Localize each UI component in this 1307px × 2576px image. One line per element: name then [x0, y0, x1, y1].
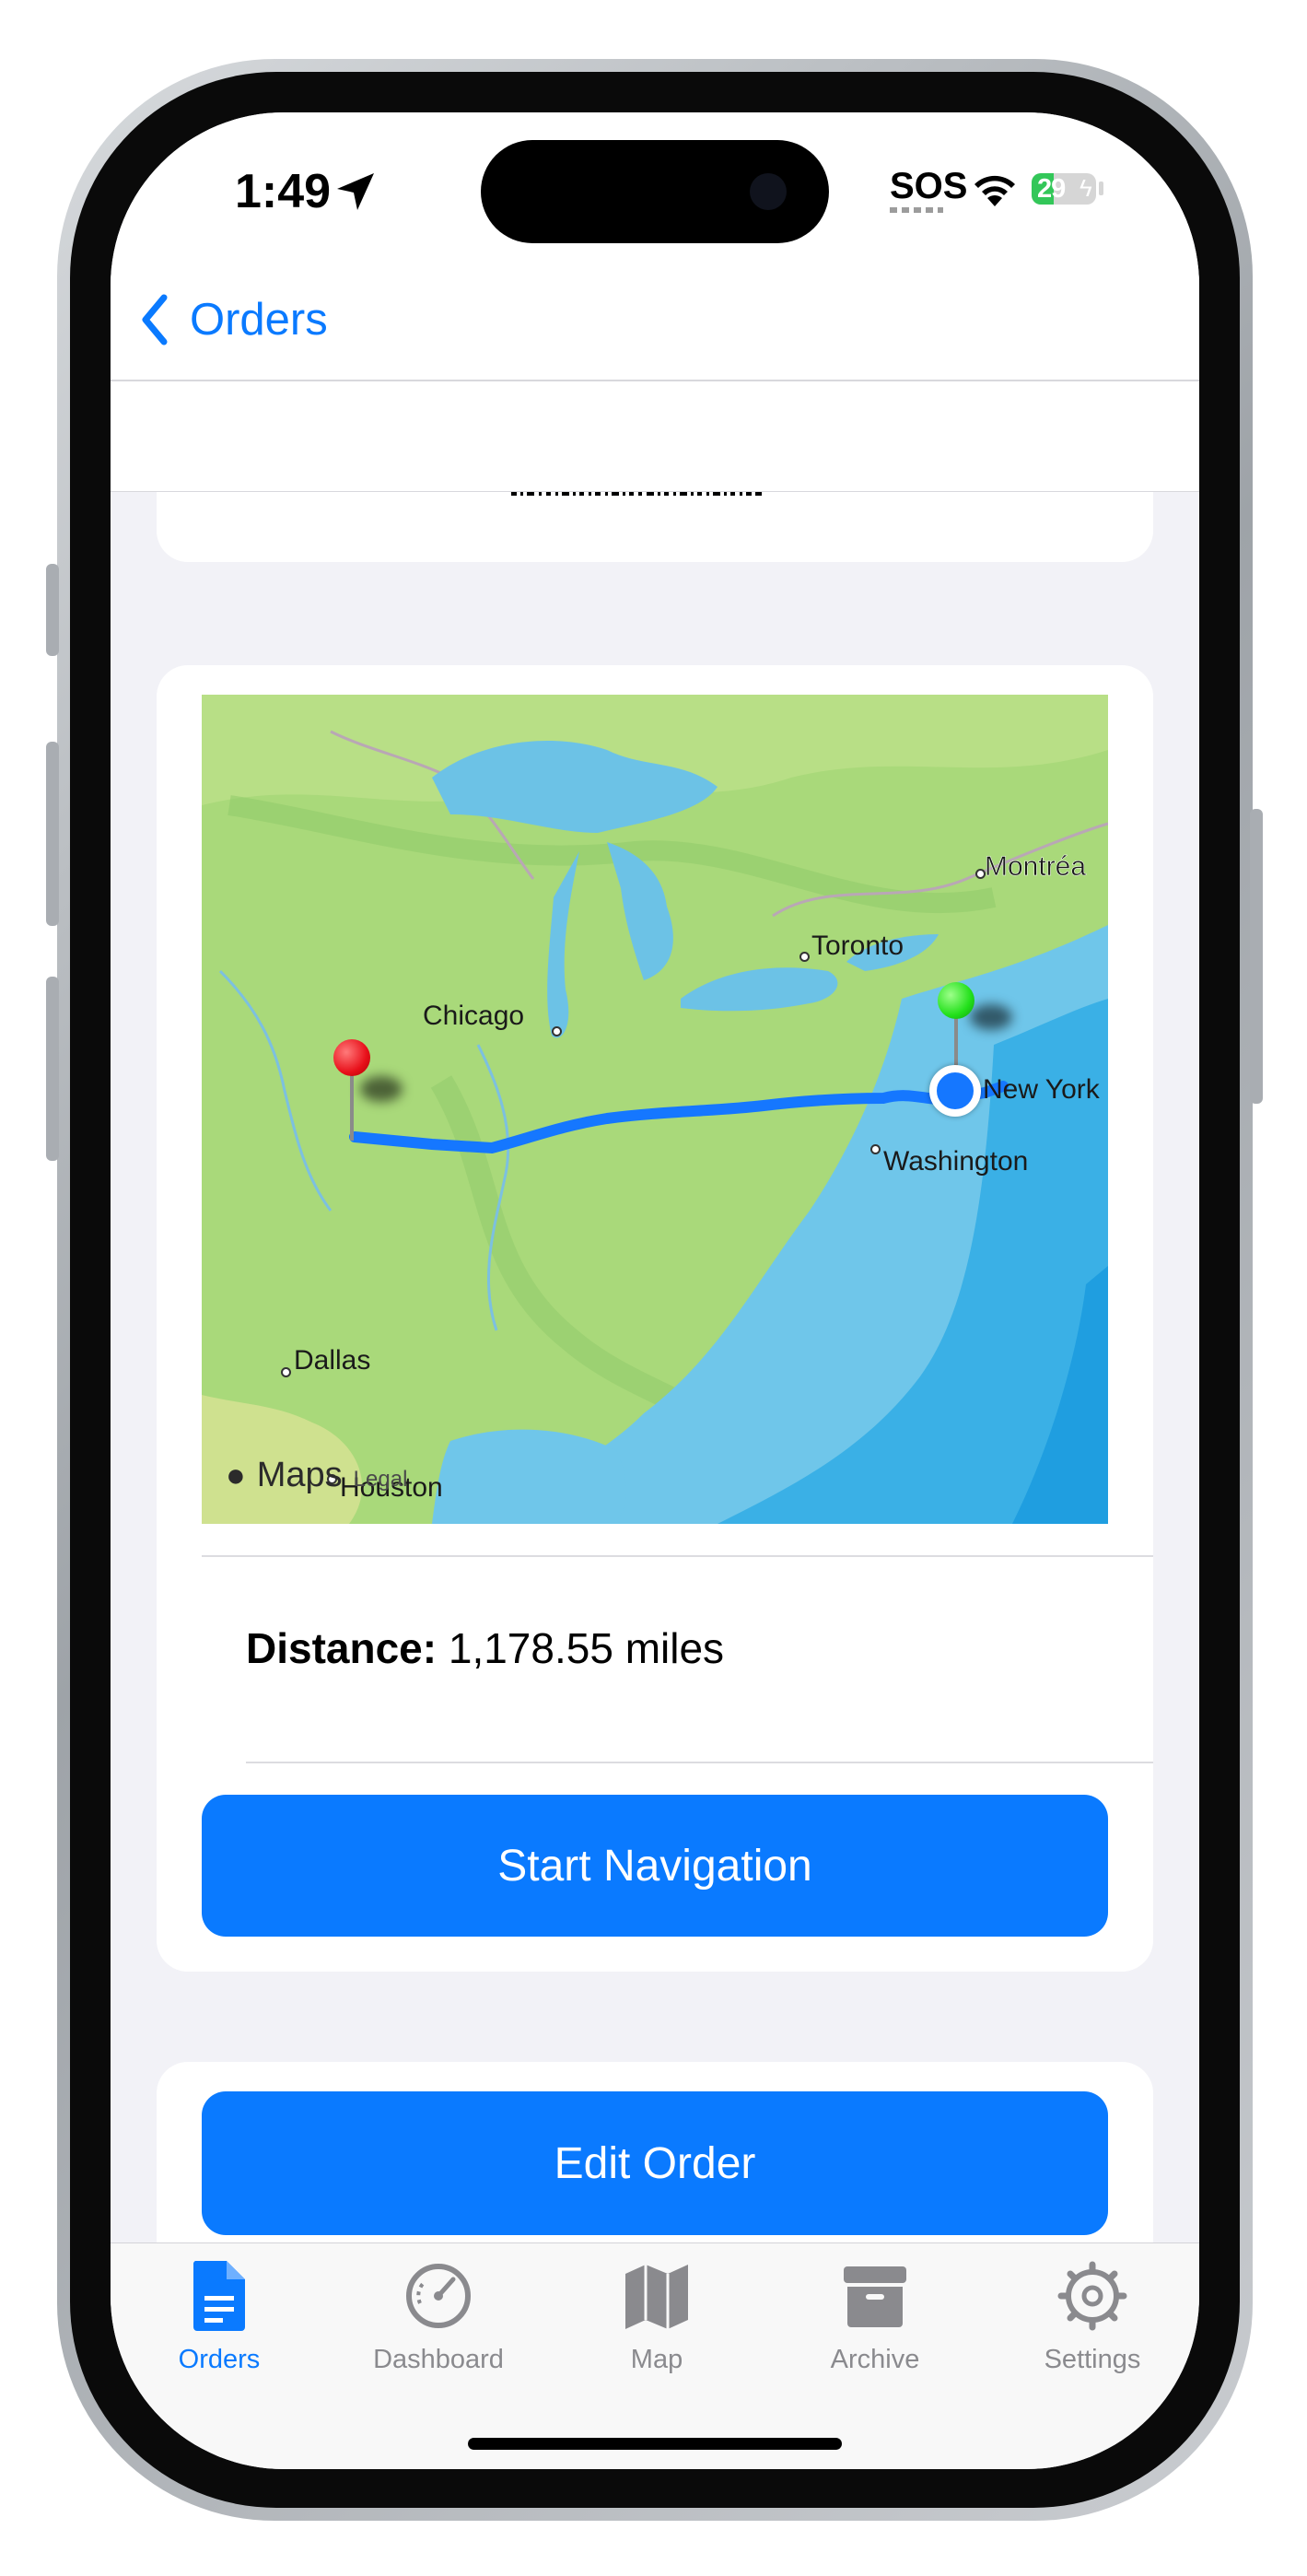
location-arrow-icon: [337, 173, 374, 210]
city-label-washington: Washington: [883, 1146, 1029, 1177]
battery-cap: [1099, 181, 1103, 195]
current-location-icon: [929, 1065, 981, 1117]
tab-map[interactable]: Map: [565, 2259, 749, 2375]
tab-settings[interactable]: Settings: [1000, 2259, 1184, 2375]
wifi-icon: [974, 175, 1015, 206]
volume-down-button: [46, 977, 59, 1161]
tab-dashboard[interactable]: Dashboard: [346, 2259, 531, 2375]
distance-label: Distance:: [246, 1624, 438, 1672]
city-label-montreal: Montréa: [985, 851, 1087, 883]
tab-dashboard-label: Dashboard: [373, 2345, 504, 2374]
legal-link[interactable]: Legal: [354, 1467, 408, 1493]
back-button[interactable]: Orders: [136, 287, 328, 352]
archive-icon: [844, 2266, 906, 2327]
volume-up-button: [46, 742, 59, 926]
tab-settings-label: Settings: [1044, 2345, 1141, 2374]
city-dot: [799, 952, 810, 962]
map-divider: [202, 1555, 1153, 1557]
home-indicator[interactable]: [468, 2438, 842, 2450]
pin-shadow: [360, 1076, 403, 1102]
nav-bar-border: [111, 380, 1199, 381]
route-map[interactable]: Montréa Toronto Chicago New York Washing…: [202, 695, 1108, 1524]
city-label-dallas: Dallas: [294, 1345, 371, 1376]
document-icon: [193, 2261, 245, 2331]
maps-brand-label: Maps: [256, 1456, 343, 1494]
power-button: [1250, 809, 1263, 1104]
battery-percent: 29: [1037, 174, 1066, 204]
city-label-toronto: Toronto: [811, 931, 904, 961]
dynamic-island: [481, 140, 829, 243]
gauge-icon: [406, 2264, 471, 2328]
maps-attribution[interactable]: ● Maps Legal: [226, 1456, 407, 1495]
chevron-left-icon: [142, 294, 168, 345]
end-pin-icon: [938, 982, 974, 1019]
distance-row: Distance: 1,178.55 miles: [246, 1623, 724, 1673]
map-icon: [625, 2265, 688, 2329]
distance-value: 1,178.55 miles: [448, 1624, 725, 1672]
tab-archive[interactable]: Archive: [783, 2259, 967, 2375]
tab-orders[interactable]: Orders: [127, 2259, 311, 2375]
start-navigation-button[interactable]: Start Navigation: [202, 1795, 1108, 1937]
apple-logo-icon: ●: [226, 1456, 246, 1493]
battery-icon: 29 ϟ: [1032, 173, 1096, 205]
sos-label: SOS: [890, 166, 968, 206]
sos-indicator: SOS: [890, 166, 968, 213]
city-label-chicago: Chicago: [423, 1001, 525, 1031]
pin-shadow: [970, 1004, 1012, 1030]
tab-archive-label: Archive: [830, 2345, 920, 2374]
edit-order-button[interactable]: Edit Order: [202, 2091, 1108, 2235]
start-pin-icon: [333, 1039, 370, 1076]
front-camera: [750, 173, 787, 210]
tab-map-label: Map: [630, 2345, 683, 2374]
distance-divider: [246, 1762, 1153, 1763]
action-button: [46, 564, 59, 656]
city-label-new-york: New York: [983, 1074, 1100, 1105]
start-pin-needle: [350, 1074, 354, 1141]
gear-icon: [1057, 2261, 1127, 2331]
screen: 1:49 SOS 29 ϟ Montréa Toronto Chicago Ne…: [111, 112, 1199, 2469]
status-time: 1:49: [235, 165, 332, 218]
battery-bolt-icon: ϟ: [1079, 174, 1092, 202]
sos-signal-dots: [890, 207, 943, 213]
city-dot: [281, 1367, 291, 1377]
city-dot: [552, 1026, 562, 1036]
back-button-label: Orders: [190, 295, 328, 345]
city-dot: [870, 1144, 881, 1154]
tab-orders-label: Orders: [178, 2345, 261, 2374]
route-card: Montréa Toronto Chicago New York Washing…: [157, 665, 1153, 1972]
